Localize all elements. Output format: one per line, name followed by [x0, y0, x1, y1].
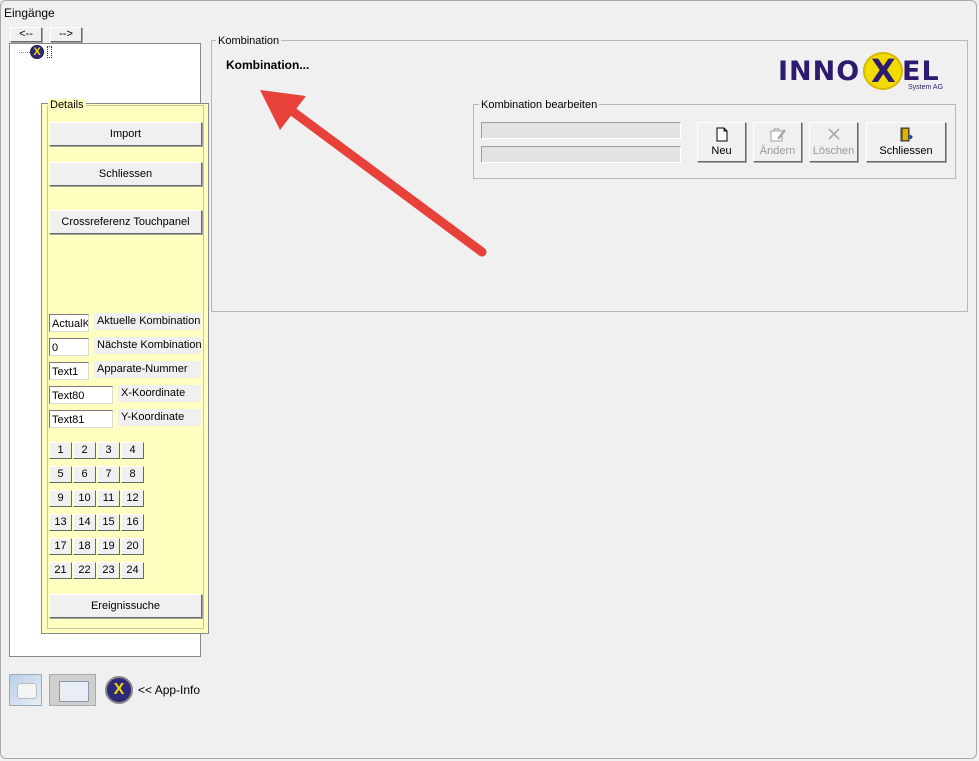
number-button-1[interactable]: 1 [49, 442, 72, 459]
exit-door-icon [867, 127, 945, 145]
device-shape [17, 683, 37, 699]
number-button-11[interactable]: 11 [97, 490, 120, 507]
annotation-arrow [260, 90, 487, 257]
arrow-head [260, 90, 306, 130]
logo-x-letter: X [871, 52, 896, 90]
next-combination-field[interactable]: 0 [49, 338, 89, 356]
number-button-14[interactable]: 14 [73, 514, 96, 531]
number-button-22[interactable]: 22 [73, 562, 96, 579]
number-button-24[interactable]: 24 [121, 562, 144, 579]
number-button-15[interactable]: 15 [97, 514, 120, 531]
number-button-2[interactable]: 2 [73, 442, 96, 459]
close-combination-label: Schliessen [879, 145, 933, 157]
number-button-20[interactable]: 20 [121, 538, 144, 555]
kombination-group-label: Kombination [216, 35, 282, 47]
new-button-label: Neu [711, 145, 732, 157]
combination-edit-field-2 [481, 146, 681, 163]
number-button-9[interactable]: 9 [49, 490, 72, 507]
edit-button[interactable]: Ändern [753, 122, 802, 162]
delete-icon [810, 127, 857, 145]
number-button-17[interactable]: 17 [49, 538, 72, 555]
innoxel-app-icon[interactable]: X [105, 676, 133, 704]
details-close-button[interactable]: Schliessen [49, 162, 202, 186]
current-combination-label: Aktuelle Kombination [94, 313, 201, 330]
number-button-3[interactable]: 3 [97, 442, 120, 459]
number-button-5[interactable]: 5 [49, 466, 72, 483]
device-number-field[interactable]: Text1 [49, 362, 89, 380]
details-group-label: Details [48, 99, 86, 111]
tree-node-label[interactable] [47, 46, 52, 58]
window-title: Eingänge [4, 6, 55, 20]
crossref-touchpanel-button[interactable]: Crossreferenz Touchpanel [49, 210, 202, 234]
close-combination-button[interactable]: Schliessen [866, 122, 946, 162]
event-search-button[interactable]: Ereignissuche [49, 594, 202, 618]
y-coordinate-field[interactable]: Text81 [49, 410, 113, 428]
new-document-icon [698, 127, 745, 145]
edit-button-label: Ändern [759, 145, 796, 157]
delete-button[interactable]: Löschen [809, 122, 858, 162]
number-button-19[interactable]: 19 [97, 538, 120, 555]
kombination-heading: Kombination... [226, 58, 310, 72]
panel-screen-shape [59, 681, 89, 702]
number-button-13[interactable]: 13 [49, 514, 72, 531]
number-button-10[interactable]: 10 [73, 490, 96, 507]
combination-edit-field-1 [481, 122, 681, 139]
x-coordinate-label: X-Koordinate [118, 385, 201, 402]
delete-button-label: Löschen [812, 145, 855, 157]
back-button[interactable]: <-- [10, 27, 42, 42]
next-combination-label: Nächste Kombination [94, 337, 202, 354]
arrow-shaft [283, 103, 487, 257]
number-button-16[interactable]: 16 [121, 514, 144, 531]
number-button-12[interactable]: 12 [121, 490, 144, 507]
innoxel-node-icon[interactable]: X [30, 45, 44, 59]
x-coordinate-field[interactable]: Text80 [49, 386, 113, 404]
device-number-label: Apparate-Nummer [94, 361, 201, 378]
details-panel: Details Import Schliessen Crossreferenz … [41, 99, 209, 634]
number-button-6[interactable]: 6 [73, 466, 96, 483]
logo-text-left: INNO [778, 56, 861, 87]
import-button[interactable]: Import [49, 122, 202, 146]
number-button-21[interactable]: 21 [49, 562, 72, 579]
number-button-18[interactable]: 18 [73, 538, 96, 555]
logo-text-right: EL [902, 56, 940, 87]
innoxel-logo: INNO X EL System AG [778, 52, 953, 94]
y-coordinate-label: Y-Koordinate [118, 409, 201, 426]
current-combination-field[interactable]: ActualK [49, 314, 89, 332]
device-image-icon[interactable] [9, 674, 42, 706]
number-button-8[interactable]: 8 [121, 466, 144, 483]
app-info-link[interactable]: << App-Info [138, 683, 200, 697]
forward-button[interactable]: --> [50, 27, 82, 42]
number-button-4[interactable]: 4 [121, 442, 144, 459]
logo-subtitle: System AG [908, 84, 944, 91]
number-button-7[interactable]: 7 [97, 466, 120, 483]
number-button-23[interactable]: 23 [97, 562, 120, 579]
edit-icon [754, 127, 801, 145]
panel-image-icon[interactable] [49, 674, 96, 706]
new-button[interactable]: Neu [697, 122, 746, 162]
